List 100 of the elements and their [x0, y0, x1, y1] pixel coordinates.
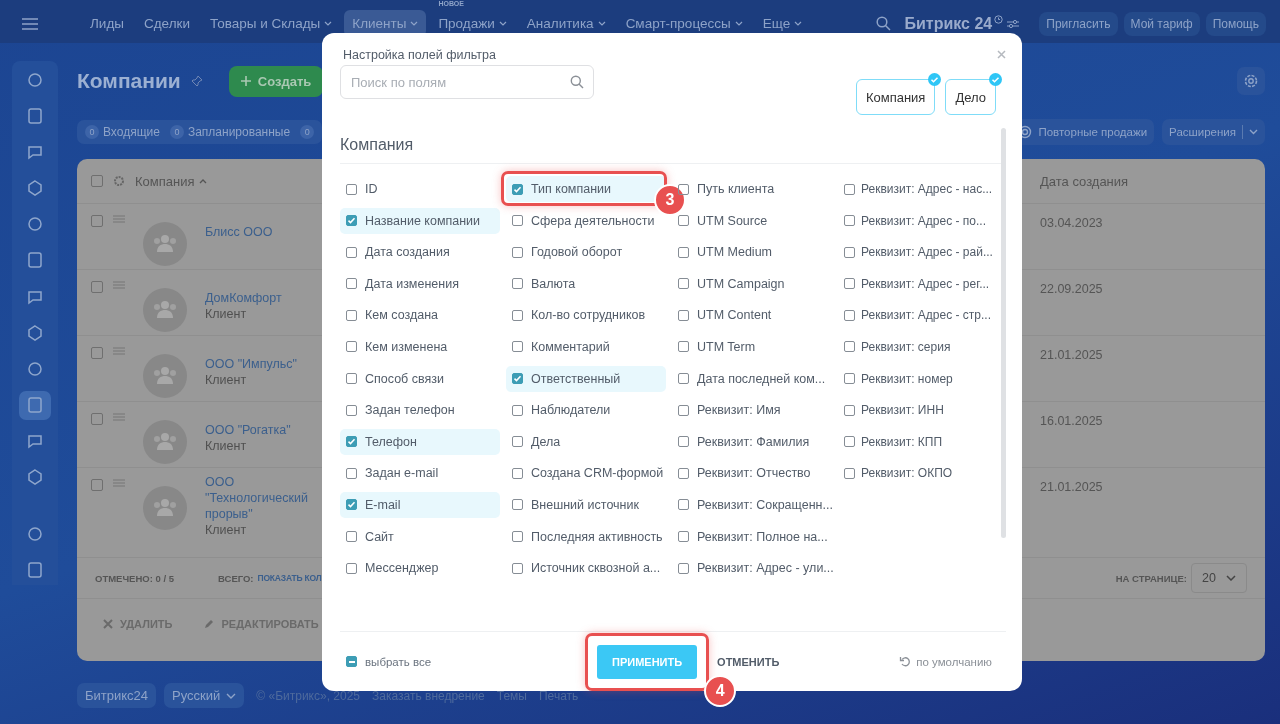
- field-checkbox[interactable]: Кем создана: [340, 302, 445, 329]
- checkbox[interactable]: [844, 404, 855, 416]
- field-checkbox[interactable]: Ответственный: [506, 365, 666, 392]
- checkbox[interactable]: [346, 404, 357, 416]
- field-checkbox[interactable]: Дела: [506, 428, 567, 455]
- field-checkbox[interactable]: Название компании: [340, 207, 500, 234]
- field-checkbox[interactable]: Валюта: [506, 270, 582, 297]
- field-checkbox[interactable]: Сайт: [340, 523, 400, 550]
- checkbox[interactable]: [512, 309, 523, 321]
- select-all-checkbox[interactable]: выбрать все: [346, 655, 432, 668]
- field-checkbox[interactable]: Тип компании: [506, 176, 666, 202]
- field-checkbox[interactable]: Мессенджер: [340, 555, 445, 582]
- checkbox[interactable]: [346, 278, 357, 290]
- field-checkbox[interactable]: Последняя активность: [506, 523, 669, 550]
- sliders-icon[interactable]: [1007, 18, 1020, 29]
- checkbox[interactable]: [844, 309, 855, 321]
- checkbox[interactable]: [91, 281, 103, 293]
- checkbox[interactable]: [512, 341, 523, 353]
- field-checkbox[interactable]: Способ связи: [340, 365, 450, 392]
- checkbox[interactable]: [844, 215, 855, 227]
- checkbox[interactable]: [91, 215, 103, 227]
- checkbox[interactable]: [512, 531, 523, 543]
- nav-tab[interactable]: Смарт-процессы: [617, 10, 751, 37]
- checkbox[interactable]: [678, 499, 689, 511]
- field-checkbox[interactable]: Кем изменена: [340, 333, 454, 360]
- field-checkbox[interactable]: Наблюдатели: [506, 397, 617, 424]
- field-checkbox[interactable]: E-mail: [340, 491, 500, 518]
- per-page-select[interactable]: 20: [1191, 563, 1247, 593]
- field-checkbox[interactable]: Реквизит: Адрес - стр...: [838, 302, 992, 329]
- field-checkbox[interactable]: Источник сквозной а...: [506, 555, 667, 582]
- field-checkbox[interactable]: UTM Medium: [672, 239, 778, 266]
- field-checkbox[interactable]: Реквизит: серия: [838, 333, 951, 360]
- field-checkbox[interactable]: Реквизит: Адрес - ули...: [672, 555, 840, 582]
- checkbox[interactable]: [346, 373, 357, 385]
- checkbox[interactable]: [678, 215, 689, 227]
- nav-tab[interactable]: Товары и Склады: [202, 10, 341, 37]
- checkbox[interactable]: [346, 309, 357, 321]
- checkbox[interactable]: [678, 341, 689, 353]
- field-checkbox[interactable]: Реквизит: Адрес - по...: [838, 207, 987, 234]
- checkbox[interactable]: [844, 467, 855, 479]
- checkbox[interactable]: [346, 436, 357, 448]
- checkbox[interactable]: [844, 436, 855, 448]
- field-checkbox[interactable]: Реквизит: Имя: [672, 397, 787, 424]
- nav-tab[interactable]: Лиды: [82, 10, 132, 37]
- checkbox[interactable]: [346, 341, 357, 353]
- close-icon[interactable]: [997, 50, 1006, 59]
- checkbox[interactable]: [346, 531, 357, 543]
- checkbox[interactable]: [678, 183, 689, 195]
- nav-tab[interactable]: Сделки: [136, 10, 198, 37]
- field-checkbox[interactable]: Задан e-mail: [340, 460, 445, 487]
- checkbox[interactable]: [678, 531, 689, 543]
- checkbox[interactable]: [512, 436, 523, 448]
- field-checkbox[interactable]: Задан телефон: [340, 397, 461, 424]
- checkbox[interactable]: [346, 246, 357, 258]
- field-checkbox[interactable]: Создана CRM-формой: [506, 460, 670, 487]
- sidebar-item[interactable]: [19, 390, 51, 420]
- field-checkbox[interactable]: Комментарий: [506, 333, 616, 360]
- entity-chip[interactable]: Компания: [855, 79, 936, 115]
- field-checkbox[interactable]: Дата изменения: [340, 270, 465, 297]
- checkbox[interactable]: [678, 373, 689, 385]
- nav-tab[interactable]: Продажи: [430, 10, 515, 37]
- header-button[interactable]: Мой тариф: [1123, 11, 1200, 36]
- settings-button[interactable]: [1237, 67, 1265, 95]
- pin-icon[interactable]: [190, 75, 203, 87]
- field-checkbox[interactable]: UTM Content: [672, 302, 778, 329]
- settings-icon[interactable]: [113, 175, 125, 187]
- checkbox[interactable]: [346, 562, 357, 574]
- checkbox[interactable]: [844, 246, 855, 258]
- checkbox[interactable]: [678, 309, 689, 321]
- menu-icon[interactable]: [22, 17, 38, 30]
- checkbox[interactable]: [678, 278, 689, 290]
- checkbox[interactable]: [678, 404, 689, 416]
- field-checkbox[interactable]: Реквизит: номер: [838, 365, 953, 392]
- checkbox[interactable]: [512, 278, 523, 290]
- field-checkbox[interactable]: Реквизит: Полное на...: [672, 523, 834, 550]
- field-checkbox[interactable]: Годовой оборот: [506, 239, 629, 266]
- nav-tab[interactable]: Аналитика: [518, 10, 614, 37]
- entity-chip[interactable]: Дело: [945, 79, 996, 115]
- field-checkbox[interactable]: Реквизит: Адрес - нас...: [838, 176, 993, 202]
- checkbox[interactable]: [512, 246, 523, 258]
- field-checkbox[interactable]: Реквизит: КПП: [838, 428, 943, 455]
- checkbox[interactable]: [346, 183, 357, 195]
- field-checkbox[interactable]: Реквизит: Адрес - рай...: [838, 239, 993, 266]
- checkbox[interactable]: [678, 467, 689, 479]
- checkbox[interactable]: [678, 436, 689, 448]
- checkbox[interactable]: [91, 413, 103, 425]
- checkbox[interactable]: [844, 373, 855, 385]
- checkbox[interactable]: [91, 175, 103, 187]
- checkbox[interactable]: [512, 215, 523, 227]
- checkbox[interactable]: [512, 373, 523, 385]
- field-checkbox[interactable]: Реквизит: Фамилия: [672, 428, 816, 455]
- checkbox[interactable]: [346, 656, 357, 667]
- checkbox[interactable]: [512, 499, 523, 511]
- field-checkbox[interactable]: ID: [340, 176, 384, 202]
- field-checkbox[interactable]: Дата создания: [340, 239, 456, 266]
- nav-tab[interactable]: Еще: [754, 10, 811, 37]
- search-icon[interactable]: [875, 16, 891, 31]
- checkbox[interactable]: [844, 183, 855, 195]
- checkbox[interactable]: [512, 404, 523, 416]
- checkbox[interactable]: [346, 499, 357, 511]
